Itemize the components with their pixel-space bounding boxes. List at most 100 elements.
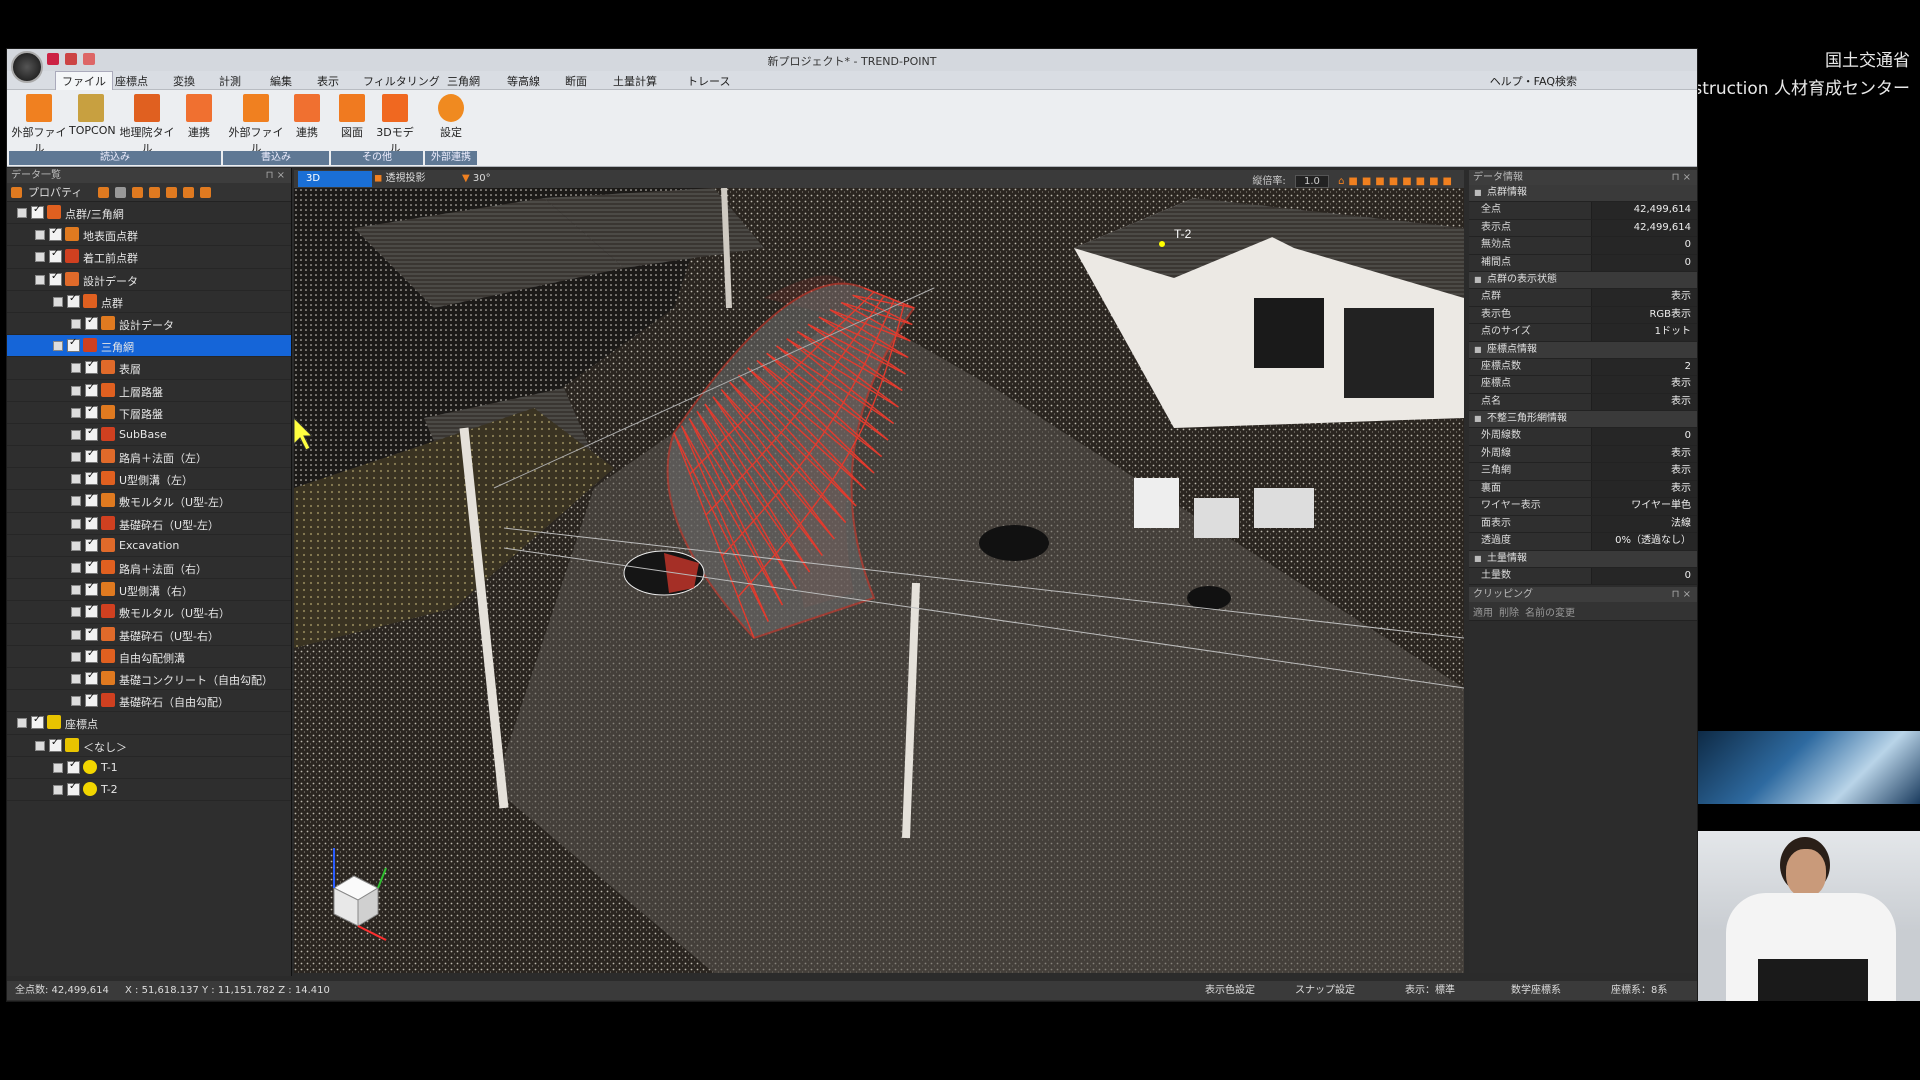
visibility-checkbox[interactable] bbox=[85, 626, 98, 641]
export-link-button[interactable]: 連携 bbox=[289, 94, 325, 140]
import-link-button[interactable]: 連携 bbox=[181, 94, 217, 140]
visibility-checkbox[interactable] bbox=[85, 692, 98, 708]
vertical-scale-input[interactable]: 1.0 bbox=[1294, 175, 1329, 188]
property-value[interactable]: 0 bbox=[1591, 237, 1697, 254]
tree-item[interactable]: Excavation bbox=[7, 535, 291, 557]
visibility-checkbox[interactable] bbox=[67, 337, 80, 353]
property-section-header[interactable]: 不整三角形網情報 bbox=[1469, 411, 1697, 428]
expand-toggle-icon[interactable] bbox=[71, 651, 81, 662]
copy-icon[interactable] bbox=[166, 186, 178, 198]
visibility-checkbox[interactable] bbox=[85, 537, 98, 552]
expand-toggle-icon[interactable] bbox=[35, 740, 45, 751]
expand-toggle-icon[interactable] bbox=[53, 784, 63, 795]
tree-item[interactable]: 設計データ bbox=[7, 313, 291, 336]
property-value[interactable]: 1ドット bbox=[1591, 324, 1697, 341]
tab-convert[interactable]: 変換 bbox=[173, 73, 195, 89]
tree-item[interactable]: 点群 bbox=[7, 291, 291, 313]
visibility-checkbox[interactable] bbox=[67, 781, 80, 796]
properties-icon[interactable] bbox=[11, 186, 22, 198]
tree-item[interactable]: 基礎コンクリート（自由勾配） bbox=[7, 668, 291, 691]
visibility-checkbox[interactable] bbox=[49, 737, 62, 752]
tab-coordinates[interactable]: 座標点 bbox=[115, 73, 148, 89]
tree-item[interactable]: 基礎砕石（自由勾配） bbox=[7, 690, 291, 713]
display-mode[interactable]: 表示：標準 bbox=[1405, 981, 1455, 1000]
tab-section[interactable]: 断面 bbox=[565, 73, 587, 89]
tab-triangle-mesh[interactable]: 三角網 bbox=[447, 73, 480, 89]
tree-item[interactable]: 三角網 bbox=[7, 335, 291, 358]
property-value[interactable]: 0%（透過なし） bbox=[1591, 533, 1697, 550]
display-color-setting[interactable]: 表示色設定 bbox=[1205, 981, 1255, 1000]
pin-close-icon[interactable]: ⊓ × bbox=[1672, 170, 1691, 185]
visibility-checkbox[interactable] bbox=[85, 648, 98, 663]
expand-toggle-icon[interactable] bbox=[53, 762, 63, 773]
property-section-header[interactable]: 点群の表示状態 bbox=[1469, 272, 1697, 289]
tree-item[interactable]: 表層 bbox=[7, 357, 291, 380]
property-section-header[interactable]: 座標点情報 bbox=[1469, 341, 1697, 359]
visibility-checkbox[interactable] bbox=[85, 670, 98, 685]
visibility-checkbox[interactable] bbox=[85, 426, 98, 441]
tree-item[interactable]: 自由勾配側溝 bbox=[7, 646, 291, 668]
property-value[interactable]: 42,499,614 bbox=[1591, 219, 1697, 236]
expand-toggle-icon[interactable] bbox=[35, 230, 45, 241]
property-value[interactable]: 0 bbox=[1591, 567, 1697, 584]
visibility-checkbox[interactable] bbox=[67, 759, 80, 774]
visibility-checkbox[interactable] bbox=[85, 492, 98, 508]
property-value[interactable]: 表示 bbox=[1591, 480, 1697, 497]
visibility-checkbox[interactable] bbox=[85, 382, 98, 397]
layer-icon[interactable] bbox=[149, 186, 161, 198]
tree-item[interactable]: 座標点 bbox=[7, 712, 291, 735]
visibility-checkbox[interactable] bbox=[85, 603, 98, 619]
expand-toggle-icon[interactable] bbox=[71, 629, 81, 640]
tree-item[interactable]: 下層路盤 bbox=[7, 402, 291, 424]
property-value[interactable]: 表示 bbox=[1591, 445, 1697, 462]
property-value[interactable]: 表示 bbox=[1591, 376, 1697, 393]
property-value[interactable]: 42,499,614 bbox=[1591, 202, 1697, 219]
visibility-checkbox[interactable] bbox=[85, 581, 98, 597]
tree-item[interactable]: 地表面点群 bbox=[7, 224, 291, 247]
tab-view[interactable]: 表示 bbox=[317, 73, 339, 89]
expand-toggle-icon[interactable] bbox=[53, 296, 63, 307]
export-external-file-button[interactable]: 外部ファイル bbox=[225, 94, 287, 156]
expand-toggle-icon[interactable] bbox=[71, 585, 81, 596]
expand-toggle-icon[interactable] bbox=[71, 607, 81, 618]
tab-filtering[interactable]: フィルタリング bbox=[363, 73, 440, 89]
expand-toggle-icon[interactable] bbox=[71, 673, 81, 684]
gsi-tile-button[interactable]: 地理院タイル bbox=[115, 94, 179, 156]
topcon-button[interactable]: TOPCON bbox=[69, 94, 116, 137]
pin-close-icon[interactable]: ⊓ × bbox=[1672, 587, 1691, 602]
expand-toggle-icon[interactable] bbox=[17, 208, 27, 218]
expand-toggle-icon[interactable] bbox=[71, 496, 81, 507]
coordinate-system[interactable]: 座標系：8系 bbox=[1611, 981, 1667, 1000]
snap-setting[interactable]: スナップ設定 bbox=[1295, 981, 1355, 1000]
marker-t2[interactable] bbox=[1159, 241, 1165, 247]
3d-model-button[interactable]: 3Dモデル bbox=[371, 94, 419, 156]
tree-item[interactable]: 基礎砕石（U型-左） bbox=[7, 513, 291, 535]
property-value[interactable]: RGB表示 bbox=[1591, 306, 1697, 323]
properties-button[interactable]: プロパティ bbox=[28, 184, 82, 200]
tab-trace[interactable]: トレース bbox=[687, 73, 730, 89]
expand-toggle-icon[interactable] bbox=[71, 318, 81, 329]
property-value[interactable]: 0 bbox=[1591, 428, 1697, 445]
property-value[interactable]: 0 bbox=[1591, 254, 1697, 271]
import-external-file-button[interactable]: 外部ファイル bbox=[11, 94, 67, 156]
visibility-checkbox[interactable] bbox=[67, 293, 80, 308]
tab-file[interactable]: ファイル bbox=[55, 71, 113, 90]
fov-tab[interactable]: ▼ 30° bbox=[454, 171, 499, 187]
visibility-checkbox[interactable] bbox=[85, 448, 98, 464]
point-cloud-scene[interactable]: T-2 bbox=[294, 188, 1464, 973]
expand-toggle-icon[interactable] bbox=[71, 696, 81, 707]
view-tools-icon[interactable]: ⌂■■■■■■■■ bbox=[1338, 176, 1456, 187]
tree-item[interactable]: 着工前点群 bbox=[7, 246, 291, 269]
tree-item[interactable]: 基礎砕石（U型-右） bbox=[7, 624, 291, 646]
delete-icon[interactable] bbox=[200, 186, 212, 198]
expand-toggle-icon[interactable] bbox=[35, 274, 45, 285]
visibility-checkbox[interactable] bbox=[85, 559, 98, 574]
tree-item[interactable]: U型側溝（左） bbox=[7, 468, 291, 491]
visibility-checkbox[interactable] bbox=[85, 515, 98, 530]
visibility-checkbox[interactable] bbox=[85, 359, 98, 375]
property-section-header[interactable]: 土量情報 bbox=[1469, 550, 1697, 568]
property-section-header[interactable]: 点群情報 bbox=[1469, 185, 1697, 202]
expand-toggle-icon[interactable] bbox=[53, 341, 63, 352]
drawing-button[interactable]: 図面 bbox=[335, 94, 369, 140]
pin-close-icon[interactable]: ⊓ × bbox=[266, 168, 285, 183]
